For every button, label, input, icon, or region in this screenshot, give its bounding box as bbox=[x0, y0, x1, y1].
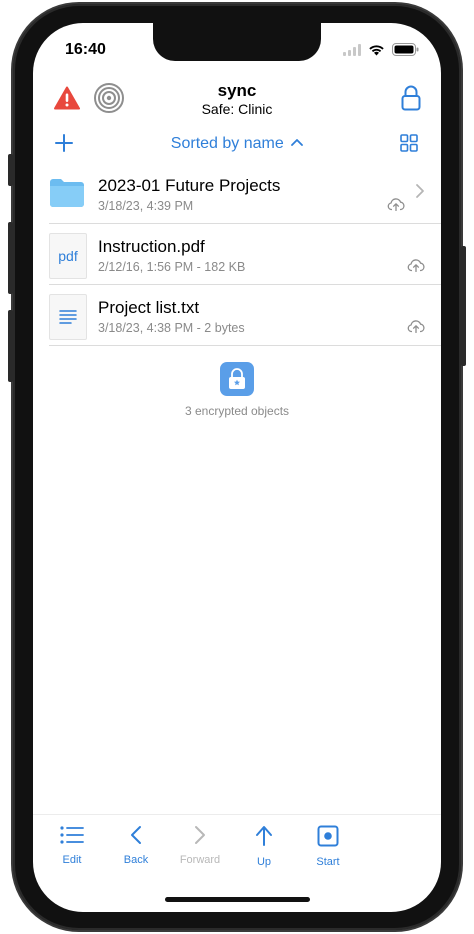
device-volume-up bbox=[8, 222, 13, 294]
start-button[interactable]: Start bbox=[298, 825, 358, 868]
cloud-upload-icon bbox=[407, 319, 425, 334]
arrow-up-icon bbox=[253, 826, 275, 850]
cloud-upload-icon bbox=[407, 258, 425, 273]
file-name: 2023-01 Future Projects bbox=[98, 176, 281, 195]
forward-label: Forward bbox=[179, 854, 221, 866]
page-subtitle: Safe: Clinic bbox=[201, 101, 273, 117]
list-item-file[interactable]: pdf Instruction.pdf 2/12/16, 1:56 PM - 1… bbox=[49, 224, 441, 285]
back-label: Back bbox=[123, 854, 149, 866]
back-button[interactable]: Back bbox=[106, 825, 166, 866]
device-mute-switch bbox=[8, 154, 13, 186]
bottom-toolbar: Edit Back Forward Up Start bbox=[33, 814, 441, 875]
notch bbox=[153, 23, 321, 61]
pdf-file-icon: pdf bbox=[49, 233, 87, 279]
status-indicators bbox=[343, 43, 419, 61]
chevron-up-icon bbox=[291, 133, 304, 151]
cloud-upload-icon bbox=[387, 197, 405, 212]
chevron-right-icon bbox=[193, 826, 207, 848]
device-volume-down bbox=[8, 310, 13, 382]
battery-icon bbox=[392, 43, 419, 61]
edit-label: Edit bbox=[62, 854, 82, 866]
file-name: Project list.txt bbox=[98, 298, 200, 317]
phone-screen: 16:40 sync Safe: Clinic Sorted by name 2… bbox=[33, 23, 441, 912]
encrypted-lock-icon bbox=[220, 362, 254, 396]
file-name: Instruction.pdf bbox=[98, 237, 205, 256]
text-file-icon bbox=[49, 294, 87, 340]
page-title: sync bbox=[217, 81, 257, 100]
file-list: 2023-01 Future Projects 3/18/23, 4:39 PM… bbox=[49, 163, 441, 346]
chevron-right-icon bbox=[415, 183, 425, 199]
encrypted-summary: 3 encrypted objects bbox=[33, 362, 441, 418]
forward-button[interactable]: Forward bbox=[170, 825, 230, 866]
start-label: Start bbox=[316, 856, 340, 868]
chevron-left-icon bbox=[129, 826, 143, 848]
file-meta: 3/18/23, 4:38 PM - 2 bytes bbox=[98, 321, 245, 335]
device-power-button bbox=[461, 246, 466, 366]
list-item-folder[interactable]: 2023-01 Future Projects 3/18/23, 4:39 PM bbox=[49, 163, 441, 224]
pdf-thumb-label: pdf bbox=[58, 248, 78, 264]
encrypted-count-text: 3 encrypted objects bbox=[184, 404, 290, 418]
lock-icon[interactable] bbox=[399, 84, 423, 112]
up-button[interactable]: Up bbox=[234, 825, 294, 868]
wifi-icon bbox=[368, 43, 385, 61]
up-label: Up bbox=[256, 856, 272, 868]
home-indicator bbox=[165, 897, 310, 902]
status-time: 16:40 bbox=[65, 41, 106, 58]
grid-view-icon[interactable] bbox=[399, 133, 419, 153]
folder-icon bbox=[49, 178, 85, 210]
start-icon bbox=[317, 825, 339, 850]
sort-label: Sorted by name bbox=[170, 135, 284, 152]
list-item-file[interactable]: Project list.txt 3/18/23, 4:38 PM - 2 by… bbox=[49, 285, 441, 346]
file-meta: 2/12/16, 1:56 PM - 182 KB bbox=[98, 260, 246, 274]
signal-icon bbox=[343, 43, 361, 61]
edit-button[interactable]: Edit bbox=[42, 825, 102, 866]
sort-selector[interactable]: Sorted by name bbox=[33, 133, 441, 153]
file-meta: 3/18/23, 4:39 PM bbox=[98, 199, 194, 213]
list-icon bbox=[60, 826, 84, 848]
